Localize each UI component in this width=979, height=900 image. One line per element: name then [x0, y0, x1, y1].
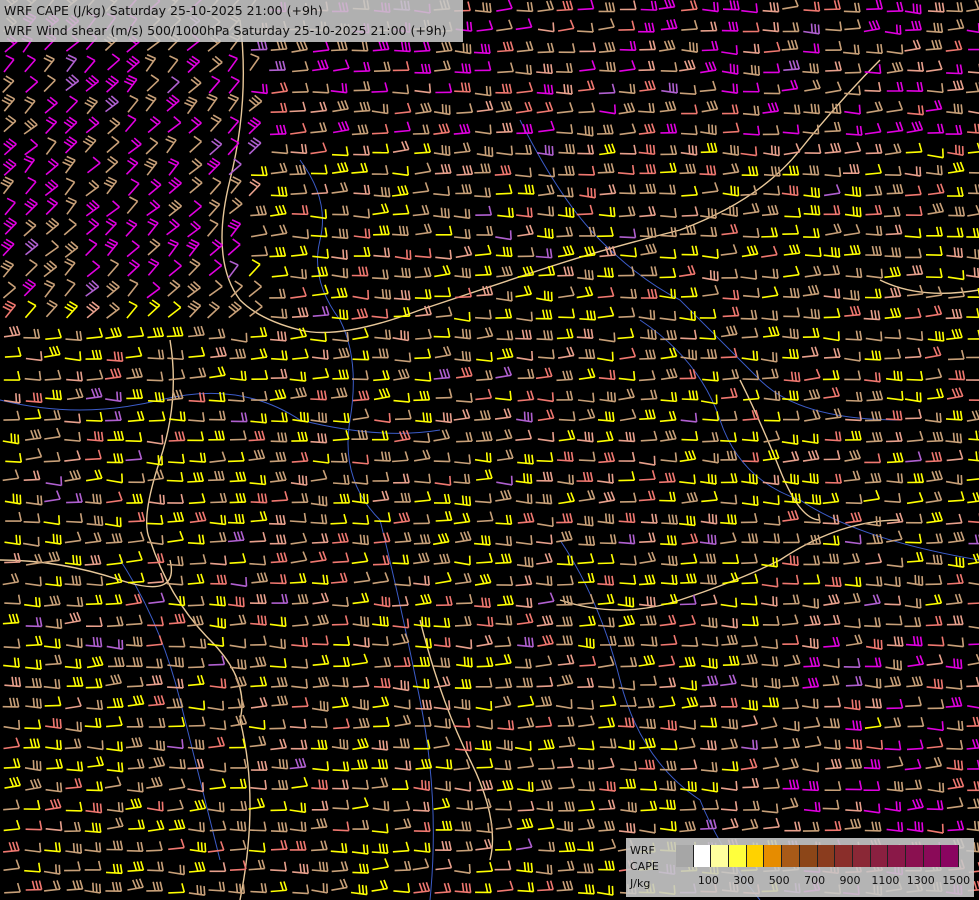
legend-tick: 500 — [768, 874, 790, 887]
title-wind-shear: WRF Wind shear (m/s) 500/1000hPa Saturda… — [4, 23, 447, 38]
legend-tick: 1100 — [871, 874, 900, 887]
legend-swatch — [693, 845, 712, 867]
legend-tick: 900 — [839, 874, 861, 887]
cape-shear-map — [0, 0, 979, 900]
legend-tick-labels: 100 300 500 700 900 1100 1300 1500 — [676, 874, 970, 888]
legend-color-scale — [676, 845, 959, 867]
legend-swatch — [729, 845, 747, 867]
legend-swatch — [870, 845, 889, 867]
title-panel: WRF CAPE (J/kg) Saturday 25-10-2025 21:0… — [0, 0, 463, 42]
legend-swatch — [817, 845, 836, 867]
legend-swatch — [941, 845, 959, 867]
legend-label-cape: CAPE — [630, 860, 659, 873]
legend-swatch — [888, 845, 906, 867]
legend-tick: 100 — [697, 874, 719, 887]
legend-swatch — [746, 845, 765, 867]
cape-legend: WRF CAPE J/kg 100 300 500 700 900 1100 1300 150… — [626, 838, 974, 897]
legend-swatch — [799, 845, 818, 867]
legend-swatch — [852, 845, 871, 867]
legend-label-wrf: WRF — [630, 844, 655, 857]
legend-tick: 300 — [733, 874, 755, 887]
legend-swatch — [835, 845, 853, 867]
legend-swatch — [782, 845, 800, 867]
legend-tick: 1500 — [942, 874, 971, 887]
legend-swatch — [764, 845, 783, 867]
legend-swatch — [676, 845, 694, 867]
legend-swatch — [905, 845, 924, 867]
legend-swatch — [711, 845, 730, 867]
title-cape: WRF CAPE (J/kg) Saturday 25-10-2025 21:0… — [4, 3, 323, 18]
legend-label-unit: J/kg — [630, 877, 651, 890]
legend-tick: 1300 — [906, 874, 935, 887]
legend-tick: 700 — [804, 874, 826, 887]
legend-swatch — [923, 845, 942, 867]
